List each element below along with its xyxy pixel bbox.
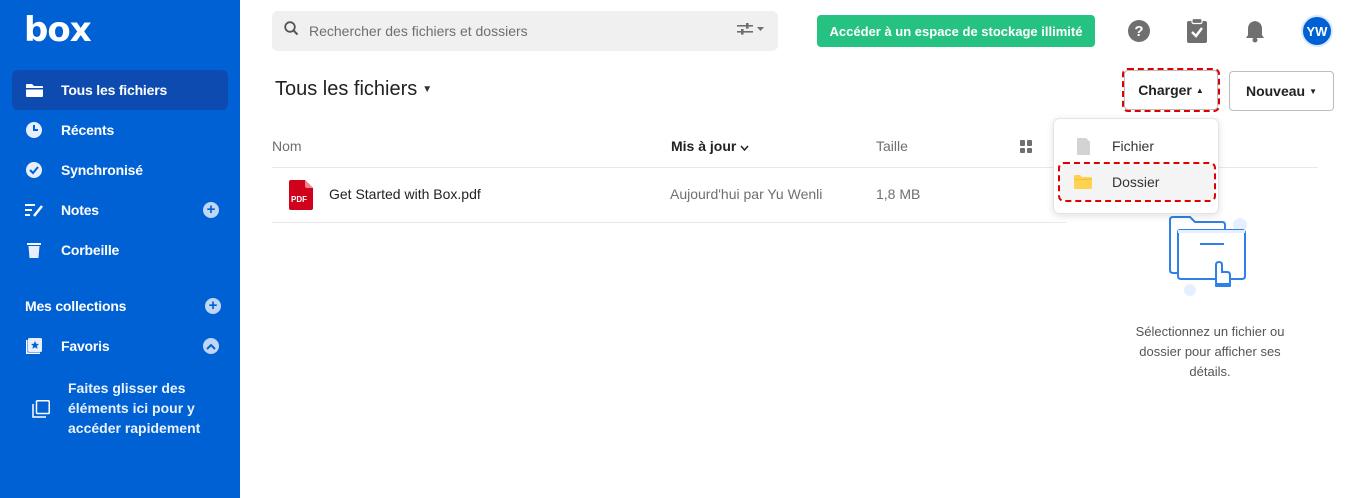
upload-menu: Fichier Dossier <box>1053 118 1219 214</box>
column-header-size[interactable]: Taille <box>876 138 908 154</box>
upload-button-label: Charger <box>1138 82 1192 98</box>
check-circle-icon <box>24 160 44 180</box>
add-collection-button[interactable]: + <box>205 298 221 314</box>
tasks-button[interactable] <box>1183 17 1211 45</box>
column-header-updated-label: Mis à jour <box>671 138 737 154</box>
search-filter-button[interactable] <box>737 23 764 35</box>
upload-folder-label: Dossier <box>1112 174 1160 190</box>
file-name[interactable]: Get Started with Box.pdf <box>329 186 481 202</box>
file-icon <box>1074 137 1092 155</box>
page-title-menu[interactable]: Tous les fichiers ▼ <box>275 78 432 101</box>
clipboard-check-icon <box>1187 18 1207 43</box>
clock-icon <box>24 120 44 140</box>
folder-icon <box>24 80 44 100</box>
copy-icon <box>32 400 50 438</box>
sidebar-item-trash[interactable]: Corbeille <box>12 230 228 270</box>
sidebar-nav: Tous les fichiers Récents Synchronisé No… <box>12 70 228 270</box>
collections-header: Mes collections + <box>25 296 221 316</box>
svg-text:?: ? <box>1134 23 1143 40</box>
notes-icon <box>24 200 44 220</box>
file-updated: Aujourd'hui par Yu Wenli <box>670 186 823 202</box>
sidebar-item-favorites[interactable]: Favoris <box>12 326 228 366</box>
column-header-updated[interactable]: Mis à jour <box>671 138 749 154</box>
file-size: 1,8 MB <box>876 186 921 202</box>
notifications-button[interactable] <box>1241 17 1269 45</box>
drop-hint-text: Faites glisser des éléments ici pour y a… <box>68 380 201 436</box>
upload-button[interactable]: Charger ▲ <box>1122 68 1220 112</box>
grid-view-icon[interactable] <box>1020 140 1033 153</box>
upload-file-option[interactable]: Fichier <box>1060 128 1214 164</box>
bell-icon <box>1246 21 1264 43</box>
caret-down-icon: ▼ <box>1309 86 1318 96</box>
sidebar-item-label: Récents <box>61 122 115 138</box>
column-header-name[interactable]: Nom <box>272 138 302 154</box>
sidebar: box Tous les fichiers Récents Synchronis… <box>0 0 240 498</box>
collections-label: Mes collections <box>25 298 127 314</box>
new-button-label: Nouveau <box>1245 83 1306 99</box>
help-button[interactable]: ? <box>1125 17 1153 45</box>
user-avatar[interactable]: YW <box>1301 15 1333 47</box>
pdf-badge: PDF <box>291 195 307 204</box>
chevron-up-icon <box>206 343 216 350</box>
sidebar-item-all-files[interactable]: Tous les fichiers <box>12 70 228 110</box>
caret-down-icon <box>757 26 764 31</box>
sidebar-item-notes[interactable]: Notes + <box>12 190 228 230</box>
favorites-drop-hint: Faites glisser des éléments ici pour y a… <box>32 378 222 438</box>
chevron-down-icon <box>740 145 749 152</box>
sidebar-item-label: Notes <box>61 202 99 218</box>
upgrade-storage-button[interactable]: Accéder à un espace de stockage illimité <box>817 15 1095 47</box>
row-divider <box>272 222 1066 223</box>
sidebar-item-recents[interactable]: Récents <box>12 110 228 150</box>
folder-icon <box>1074 173 1092 191</box>
select-item-illustration <box>1169 216 1247 296</box>
caret-down-icon: ▼ <box>422 84 433 95</box>
search-bar[interactable] <box>272 11 778 51</box>
star-folder-icon <box>24 336 44 356</box>
upload-file-label: Fichier <box>1112 138 1155 154</box>
add-note-button[interactable]: + <box>203 202 219 218</box>
favorites-section: Favoris <box>12 326 228 366</box>
sidebar-item-label: Corbeille <box>61 242 120 258</box>
sidebar-item-label: Tous les fichiers <box>61 82 168 98</box>
search-input[interactable] <box>309 23 709 39</box>
help-icon: ? <box>1128 20 1150 42</box>
details-empty-text: Sélectionnez un fichier ou dossier pour … <box>1135 324 1285 379</box>
upload-folder-option[interactable]: Dossier <box>1058 162 1216 202</box>
sliders-icon <box>737 23 753 35</box>
page-title: Tous les fichiers <box>275 78 418 100</box>
collapse-favorites-button[interactable] <box>203 338 219 354</box>
caret-up-icon: ▲ <box>1195 85 1204 95</box>
box-logo[interactable]: box <box>24 12 92 48</box>
sidebar-item-label: Synchronisé <box>61 162 143 178</box>
search-icon <box>284 21 299 41</box>
new-button[interactable]: Nouveau ▼ <box>1229 71 1334 111</box>
sidebar-item-synced[interactable]: Synchronisé <box>12 150 228 190</box>
trash-icon <box>24 240 44 260</box>
sidebar-item-label: Favoris <box>61 338 110 354</box>
